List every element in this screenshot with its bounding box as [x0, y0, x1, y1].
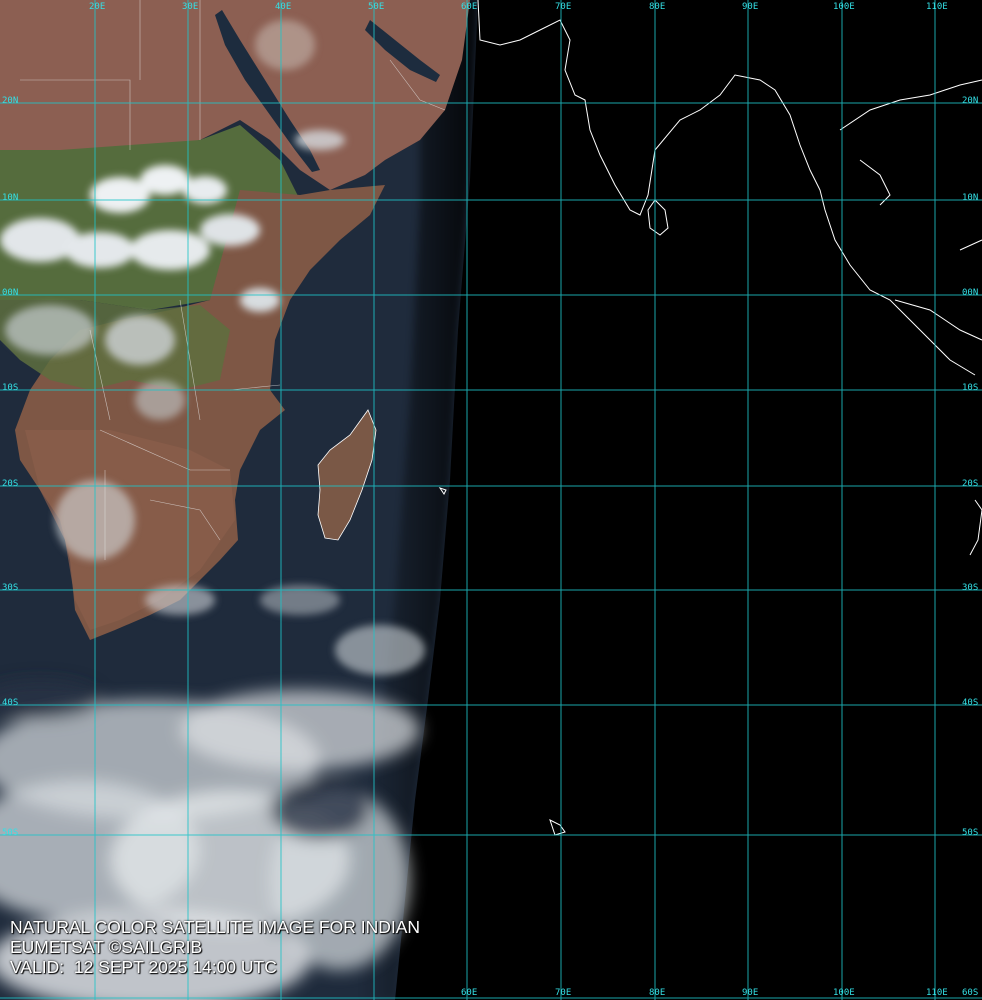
- satellite-image: [0, 0, 982, 1000]
- lon-label-bottom-100e: 100E: [833, 988, 855, 998]
- lon-label-bottom-70e: 70E: [555, 988, 572, 998]
- lon-label-bottom-90e: 90E: [742, 988, 759, 998]
- lon-label-20e: 20E: [89, 2, 106, 12]
- caption-valid-time: VALID: 12 SEPT 2025 14:00 UTC: [10, 957, 277, 977]
- lat-label-left-10s: 10S: [2, 383, 19, 393]
- lat-label-left-00n: 00N: [2, 288, 19, 298]
- lat-label-00n: 00N: [962, 288, 979, 298]
- lon-label-70e: 70E: [555, 2, 572, 12]
- image-caption: NATURAL COLOR SATELLITE IMAGE FOR INDIAN…: [10, 917, 420, 977]
- lon-label-bottom-80e: 80E: [649, 988, 666, 998]
- lat-label-20n: 20N: [962, 96, 979, 106]
- lon-label-40e: 40E: [275, 2, 292, 12]
- lat-label-left-20s: 20S: [2, 479, 19, 489]
- lat-label-left-40s: 40S: [2, 698, 19, 708]
- lat-label-left-50s: 50S: [2, 828, 19, 838]
- lon-label-110e: 110E: [926, 2, 948, 12]
- lon-label-60e: 60E: [461, 2, 478, 12]
- lon-label-30e: 30E: [182, 2, 199, 12]
- lat-label-60s: 60S: [962, 988, 979, 998]
- lon-label-90e: 90E: [742, 2, 759, 12]
- lat-label-20s: 20S: [962, 479, 979, 489]
- lat-label-40s: 40S: [962, 698, 979, 708]
- lon-label-bottom-110e: 110E: [926, 988, 948, 998]
- lon-label-bottom-60e: 60E: [461, 988, 478, 998]
- lat-label-left-30s: 30S: [2, 583, 19, 593]
- lat-label-30s: 30S: [962, 583, 979, 593]
- lon-label-80e: 80E: [649, 2, 666, 12]
- lat-label-10s: 10S: [962, 383, 979, 393]
- lat-label-left-20n: 20N: [2, 96, 19, 106]
- lat-label-left-10n: 10N: [2, 193, 19, 203]
- caption-source: EUMETSAT ©SAILGRIB: [10, 937, 203, 957]
- lat-label-50s: 50S: [962, 828, 979, 838]
- satellite-map: 20E 30E 40E 50E 60E 70E 80E 90E 100E 110…: [0, 0, 982, 1000]
- lat-label-10n: 10N: [962, 193, 979, 203]
- lon-label-100e: 100E: [833, 2, 855, 12]
- lon-label-50e: 50E: [368, 2, 385, 12]
- caption-title: NATURAL COLOR SATELLITE IMAGE FOR INDIAN: [10, 917, 421, 937]
